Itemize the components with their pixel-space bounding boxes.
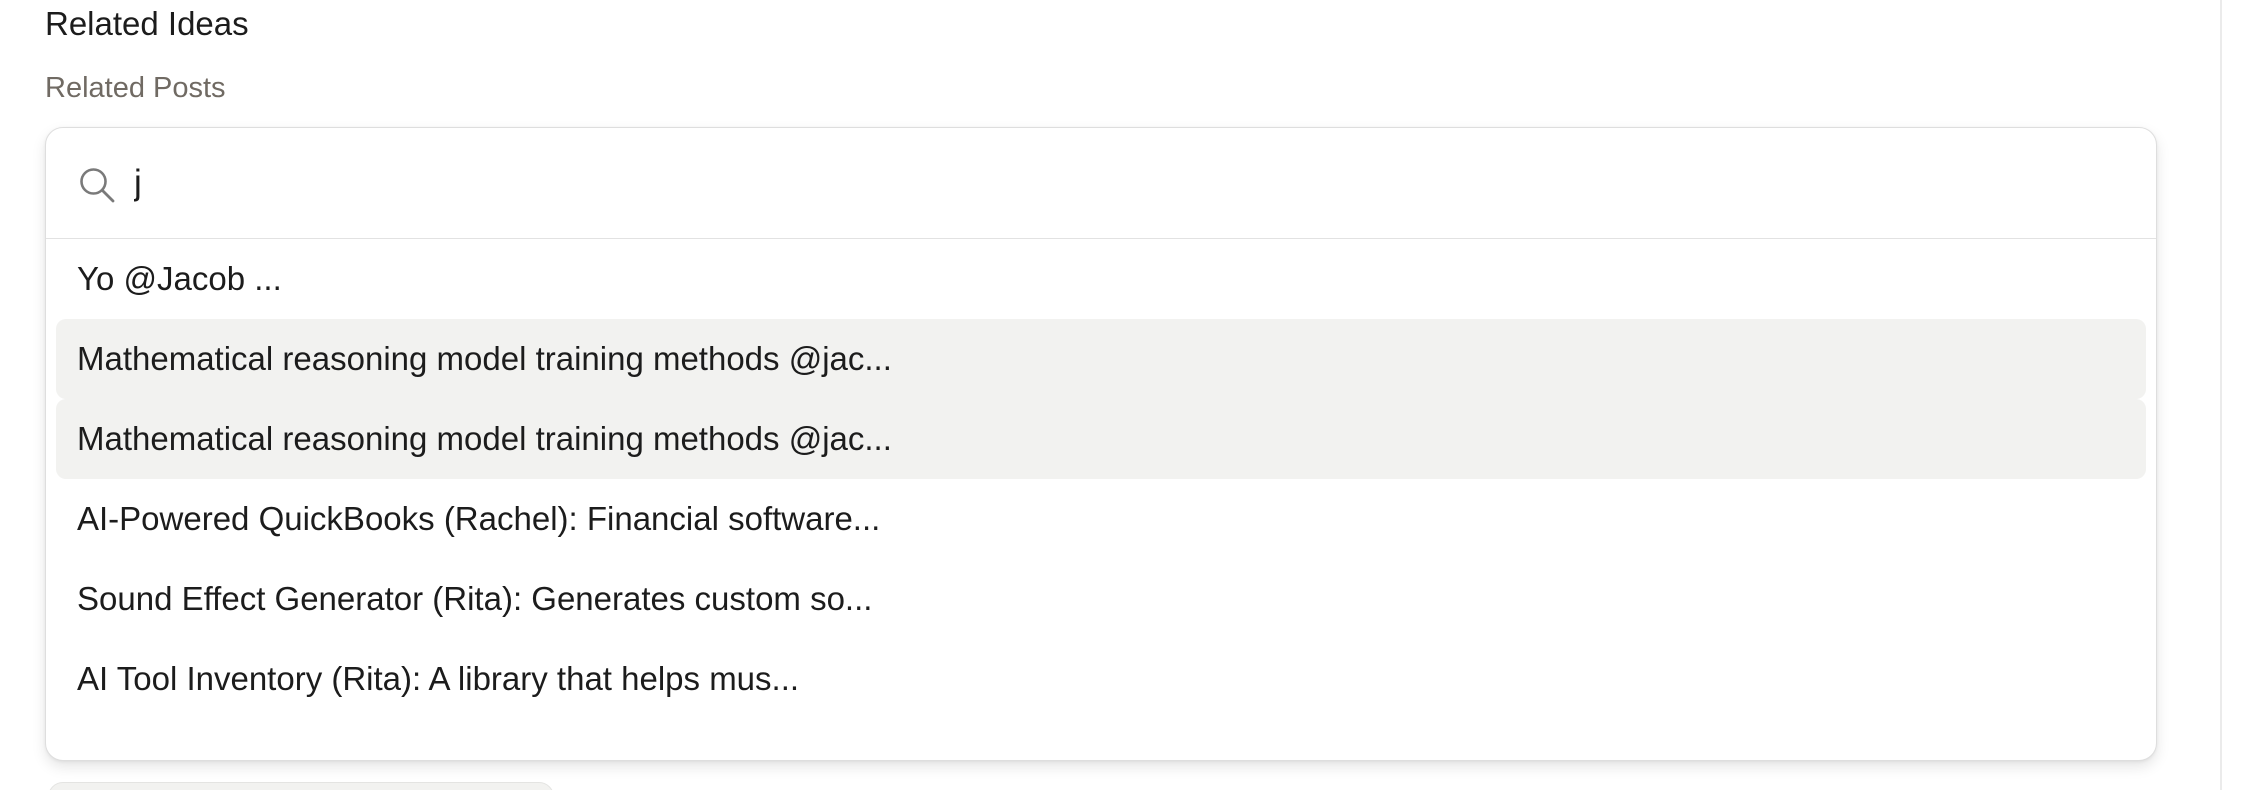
related-posts-dropdown: Yo @Jacob ... Mathematical reasoning mod…: [45, 127, 2157, 761]
search-icon: [78, 166, 116, 204]
right-divider: [2220, 0, 2222, 790]
section-title: Related Ideas: [45, 5, 249, 42]
related-posts-label: Related Posts: [45, 72, 226, 104]
result-item-sound-effect-generator[interactable]: Sound Effect Generator (Rita): Generates…: [56, 559, 2146, 639]
result-item-ai-quickbooks[interactable]: AI-Powered QuickBooks (Rachel): Financia…: [56, 479, 2146, 559]
result-item-ai-tool-inventory[interactable]: AI Tool Inventory (Rita): A library that…: [56, 639, 2146, 719]
result-item-math-reasoning-1[interactable]: Mathematical reasoning model training me…: [56, 319, 2146, 399]
page: Related Ideas Related Posts Yo @Jacob ..…: [0, 0, 2266, 790]
result-item-yo-jacob[interactable]: Yo @Jacob ...: [56, 239, 2146, 319]
results-list: Yo @Jacob ... Mathematical reasoning mod…: [46, 239, 2156, 719]
underlying-chip: [48, 782, 554, 790]
result-item-math-reasoning-2[interactable]: Mathematical reasoning model training me…: [56, 399, 2146, 479]
search-input[interactable]: [134, 152, 2084, 214]
search-row: [46, 128, 2156, 239]
